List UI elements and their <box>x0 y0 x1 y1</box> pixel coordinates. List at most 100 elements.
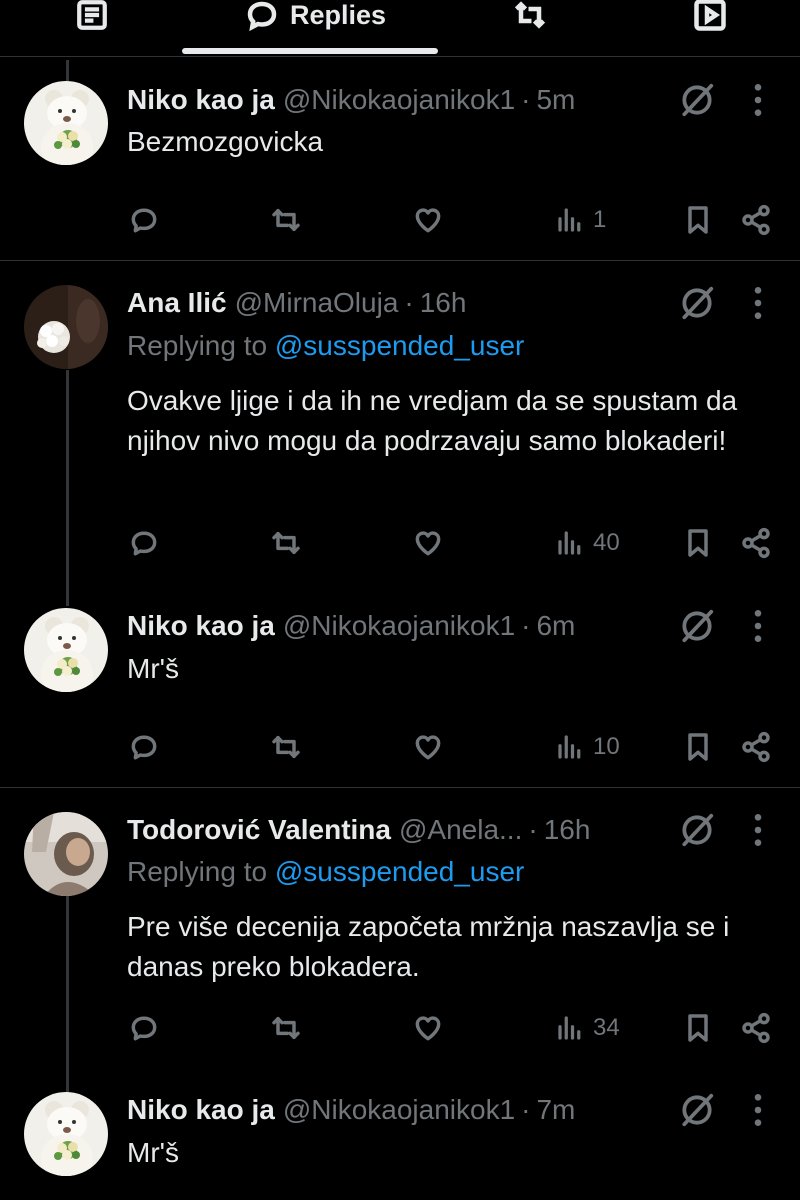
separator-dot: · <box>528 814 538 845</box>
reply-icon <box>128 527 160 559</box>
author-handle[interactable]: @Nikokaojanikok1 <box>283 610 515 642</box>
repost-icon <box>270 204 302 236</box>
thread-line <box>66 370 69 606</box>
share-icon <box>740 731 772 763</box>
reply-button[interactable] <box>128 523 160 563</box>
avatar[interactable] <box>24 1092 108 1176</box>
avatar[interactable] <box>24 285 108 369</box>
share-button[interactable] <box>740 200 772 240</box>
views-button[interactable]: 1 <box>555 200 606 240</box>
author-name[interactable]: Ana Ilić <box>127 287 227 319</box>
post-header: Niko kao ja @Nikokaojanikok1 · 5m <box>127 82 575 118</box>
grok-icon[interactable] <box>678 1091 716 1129</box>
tab-reposts[interactable] <box>510 0 550 40</box>
views-count: 1 <box>593 206 607 233</box>
like-icon <box>412 204 444 236</box>
share-button[interactable] <box>740 523 772 563</box>
author-name[interactable]: Todorović Valentina <box>127 814 391 846</box>
more-icon[interactable] <box>748 284 768 322</box>
post-time[interactable]: 16h <box>420 287 467 319</box>
repost-button[interactable] <box>270 200 302 240</box>
author-handle[interactable]: @Nikokaojanikok1 <box>283 1094 515 1126</box>
more-icon[interactable] <box>748 81 768 119</box>
active-tab-indicator <box>182 48 438 54</box>
post-time[interactable]: 16h <box>544 814 591 846</box>
post-header: Ana Ilić @MirnaOluja · 16h <box>127 285 466 321</box>
reply-icon <box>128 1012 160 1044</box>
tab-bar: Replies <box>0 0 800 57</box>
replying-to-label: Replying to <box>127 856 275 887</box>
avatar[interactable] <box>24 608 108 692</box>
avatar[interactable] <box>24 812 108 896</box>
action-bar: 10 <box>0 727 800 767</box>
repost-icon <box>514 1 546 29</box>
grok-icon[interactable] <box>678 284 716 322</box>
bookmark-button[interactable] <box>682 727 714 767</box>
author-handle[interactable]: @MirnaOluja <box>235 287 399 319</box>
author-handle[interactable]: @Anela... <box>399 814 522 846</box>
views-button[interactable]: 40 <box>555 523 620 563</box>
replying-to: Replying to @susspended_user <box>127 856 524 888</box>
post-divider <box>0 260 800 261</box>
more-icon[interactable] <box>748 811 768 849</box>
like-button[interactable] <box>412 523 444 563</box>
views-button[interactable]: 34 <box>555 1008 620 1048</box>
author-name[interactable]: Niko kao ja <box>127 1094 275 1126</box>
author-name[interactable]: Niko kao ja <box>127 610 275 642</box>
share-icon <box>740 204 772 236</box>
post-time[interactable]: 5m <box>536 84 575 116</box>
post-header: Niko kao ja @Nikokaojanikok1 · 7m <box>127 1092 575 1128</box>
replying-to-mention[interactable]: @susspended_user <box>275 330 524 361</box>
bookmark-icon <box>682 204 714 236</box>
separator-dot: · <box>404 287 414 318</box>
more-icon[interactable] <box>748 607 768 645</box>
more-icon[interactable] <box>748 1091 768 1129</box>
grok-icon[interactable] <box>678 811 716 849</box>
tab-replies[interactable]: Replies <box>200 0 430 40</box>
replying-to-mention[interactable]: @susspended_user <box>275 856 524 887</box>
grok-icon[interactable] <box>678 81 716 119</box>
separator-dot: · <box>521 1094 531 1125</box>
like-button[interactable] <box>412 200 444 240</box>
separator-dot: · <box>521 610 531 641</box>
author-name[interactable]: Niko kao ja <box>127 84 275 116</box>
like-button[interactable] <box>412 727 444 767</box>
views-icon <box>555 1013 585 1043</box>
post-text: Pre više decenija započeta mržnja naszav… <box>127 911 730 982</box>
tab-media[interactable] <box>690 0 730 40</box>
post-text: Ovakve ljige i da ih ne vredjam da se sp… <box>127 385 738 456</box>
reply-button[interactable] <box>128 727 160 767</box>
action-bar: 40 <box>0 523 800 563</box>
share-icon <box>740 1012 772 1044</box>
bookmark-button[interactable] <box>682 523 714 563</box>
like-icon <box>412 731 444 763</box>
reply-button[interactable] <box>128 1008 160 1048</box>
reply-button[interactable] <box>128 200 160 240</box>
bookmark-icon <box>682 1012 714 1044</box>
repost-button[interactable] <box>270 523 302 563</box>
grok-icon[interactable] <box>678 607 716 645</box>
reply-icon <box>247 1 277 32</box>
post-text: Bezmozgovicka <box>127 126 324 157</box>
repost-icon <box>270 1012 302 1044</box>
views-button[interactable]: 10 <box>555 727 620 767</box>
post-time[interactable]: 7m <box>536 1094 575 1126</box>
views-count: 34 <box>593 1014 620 1041</box>
bookmark-button[interactable] <box>682 1008 714 1048</box>
avatar[interactable] <box>24 81 108 165</box>
repost-button[interactable] <box>270 1008 302 1048</box>
share-button[interactable] <box>740 1008 772 1048</box>
bookmark-button[interactable] <box>682 200 714 240</box>
repost-button[interactable] <box>270 727 302 767</box>
thread-line <box>66 896 69 1096</box>
post-time[interactable]: 6m <box>536 610 575 642</box>
views-count: 40 <box>593 529 620 556</box>
video-icon <box>694 0 726 31</box>
like-button[interactable] <box>412 1008 444 1048</box>
action-bar: 1 <box>0 200 800 240</box>
article-icon <box>77 0 107 30</box>
tab-article[interactable] <box>74 0 110 40</box>
author-handle[interactable]: @Nikokaojanikok1 <box>283 84 515 116</box>
bookmark-icon <box>682 731 714 763</box>
share-button[interactable] <box>740 727 772 767</box>
